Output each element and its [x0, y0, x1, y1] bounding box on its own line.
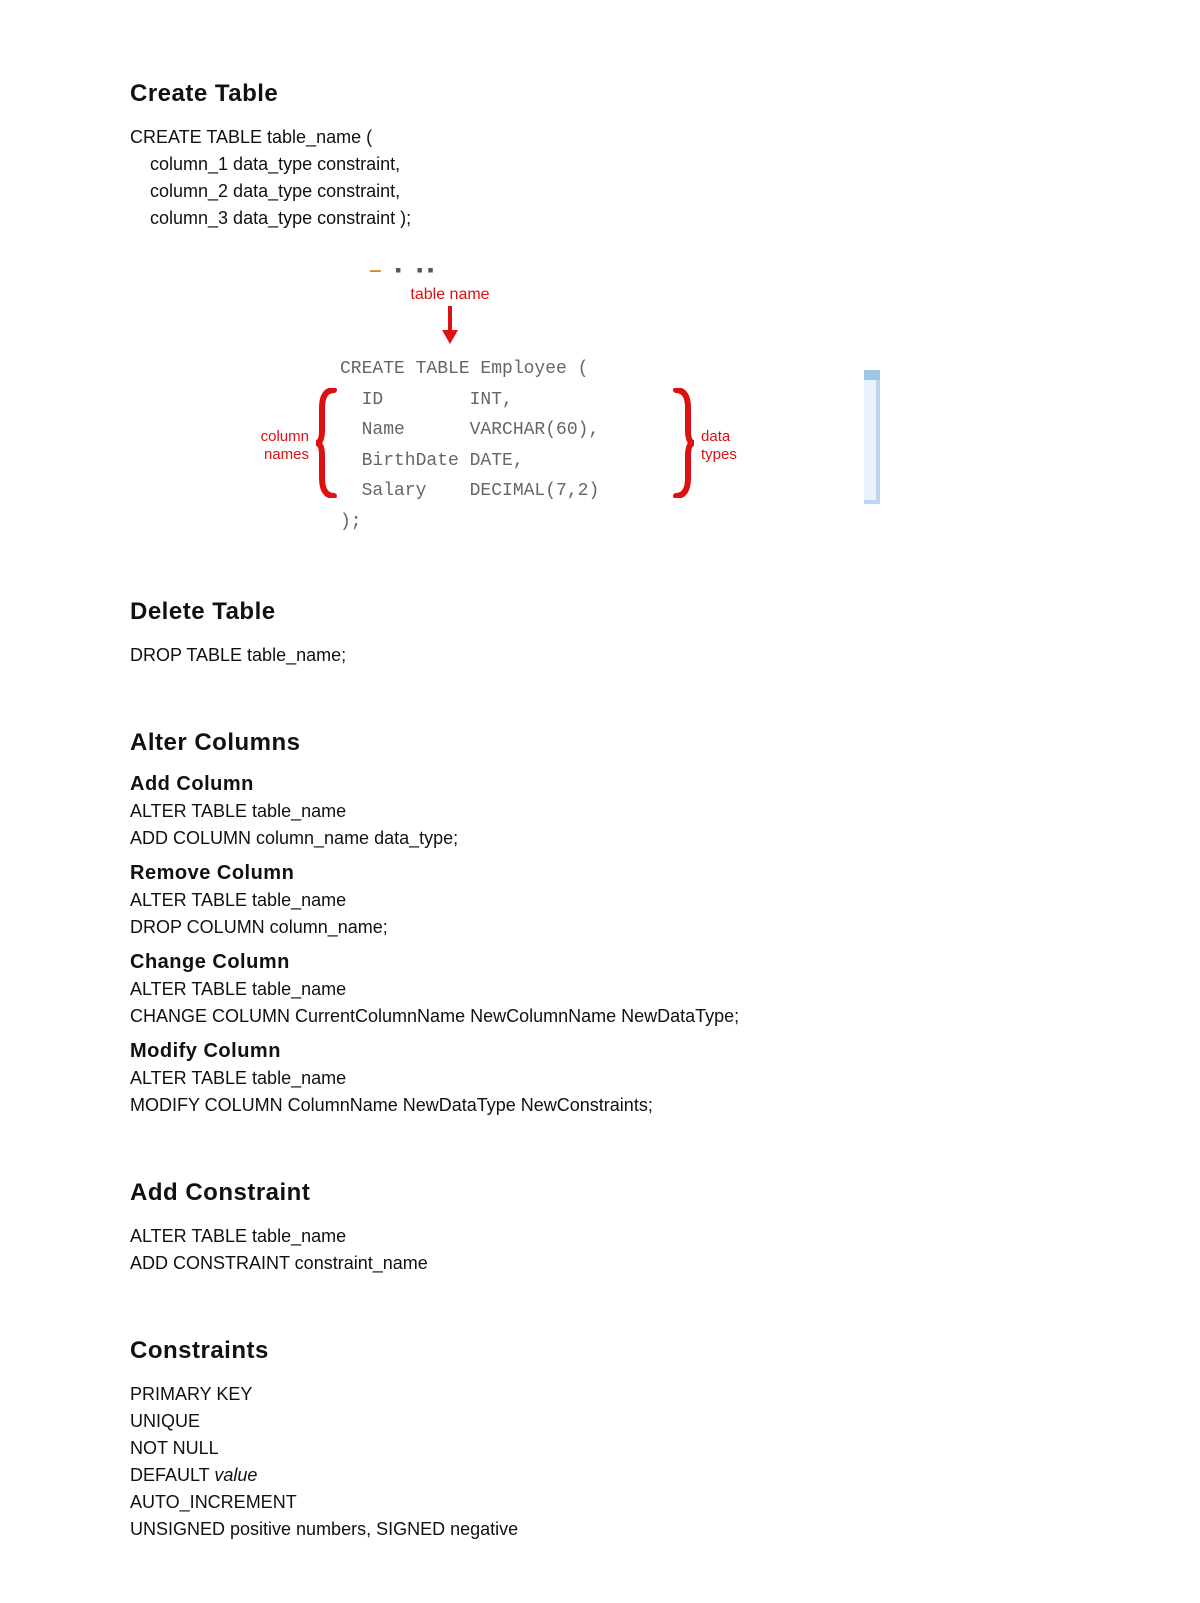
code-modify-column: ALTER TABLE table_name MODIFY COLUMN Col…	[130, 1065, 1070, 1119]
label-data: data	[701, 428, 730, 445]
diagram-code: column names data types	[340, 354, 800, 538]
constraint-item: AUTO_INCREMENT	[130, 1492, 297, 1512]
diagram-code-line: CREATE TABLE Employee (	[340, 354, 800, 385]
subheading-change-column: Change Column	[130, 951, 1070, 974]
code-delete-table: DROP TABLE table_name;	[130, 642, 1070, 669]
subheading-add-column: Add Column	[130, 773, 1070, 796]
constraint-item: NOT NULL	[130, 1438, 219, 1458]
subheading-remove-column: Remove Column	[130, 862, 1070, 885]
constraint-item: DEFAULT	[130, 1465, 214, 1485]
arrow-down-icon	[300, 306, 600, 350]
document-page: Create Table CREATE TABLE table_name ( c…	[0, 0, 1200, 1603]
create-table-diagram: —▪ ▪▪ table name column names	[240, 262, 800, 538]
left-brace-icon	[314, 388, 340, 503]
code-create-table: CREATE TABLE table_name ( column_1 data_…	[130, 124, 1070, 232]
subheading-modify-column: Modify Column	[130, 1040, 1070, 1063]
constraint-default-value: value	[214, 1465, 257, 1485]
heading-constraints: Constraints	[130, 1337, 1070, 1365]
code-remove-column: ALTER TABLE table_name DROP COLUMN colum…	[130, 887, 1070, 941]
constraint-item: UNSIGNED positive numbers, SIGNED negati…	[130, 1519, 518, 1539]
diagram-code-line: );	[340, 507, 800, 538]
right-brace-annotation: data types	[670, 388, 770, 503]
right-brace-icon	[670, 388, 696, 503]
code-change-column: ALTER TABLE table_name CHANGE COLUMN Cur…	[130, 976, 1070, 1030]
heading-create-table: Create Table	[130, 80, 1070, 108]
left-brace-annotation: column names	[235, 388, 340, 503]
code-add-column: ALTER TABLE table_name ADD COLUMN column…	[130, 798, 1070, 852]
diagram-top-fragment: —▪ ▪▪	[370, 262, 800, 282]
label-types: types	[701, 446, 737, 463]
constraint-item: UNIQUE	[130, 1411, 200, 1431]
diagram-label-table-name: table name	[300, 286, 600, 304]
constraints-list: PRIMARY KEY UNIQUE NOT NULL DEFAULT valu…	[130, 1381, 1070, 1543]
constraint-item: PRIMARY KEY	[130, 1384, 252, 1404]
label-names: names	[264, 446, 309, 463]
code-add-constraint: ALTER TABLE table_name ADD CONSTRAINT co…	[130, 1223, 1070, 1277]
heading-add-constraint: Add Constraint	[130, 1179, 1070, 1207]
heading-delete-table: Delete Table	[130, 598, 1070, 626]
label-column: column	[261, 428, 309, 445]
heading-alter-columns: Alter Columns	[130, 729, 1070, 757]
selection-highlight-bar	[864, 380, 880, 504]
